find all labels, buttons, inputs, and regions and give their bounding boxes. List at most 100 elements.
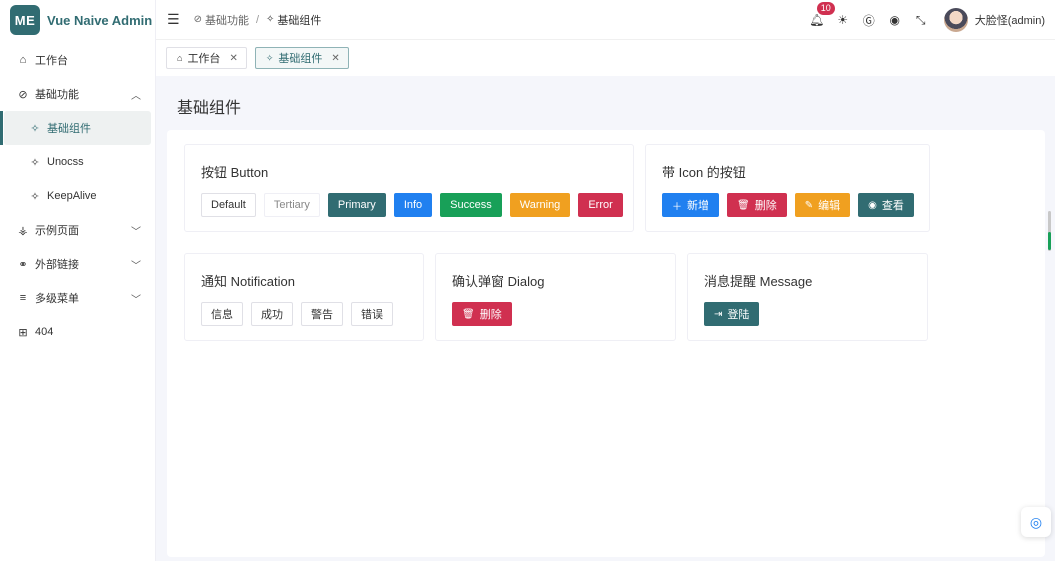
bell-icon: 🔔︎ (809, 13, 825, 27)
assistant-icon: ◎ (1029, 513, 1043, 530)
content-panel: 按钮 Button Default Tertiary Primary Info … (167, 130, 1045, 557)
sparkle-icon: ✧ (30, 156, 40, 169)
primary-button[interactable]: Primary (327, 193, 386, 217)
edit-icon: ✎ (804, 199, 814, 211)
avatar[interactable] (943, 8, 968, 32)
notify-info-button[interactable]: 信息 (201, 302, 243, 326)
sidebar-item-basic[interactable]: ⊘ 基础功能 ︿ (0, 77, 155, 111)
tab-label: 基础组件 (278, 53, 323, 65)
sidebar-item-unocss[interactable]: ✧ Unocss (0, 145, 155, 179)
notification-card: 通知 Notification 信息 成功 警告 错误 (184, 253, 424, 341)
brand-name: Vue Naive Admin (47, 12, 153, 28)
button-row: Default Tertiary Primary Info Success Wa… (201, 193, 631, 217)
theme-toggle-button[interactable]: ☀ (830, 13, 856, 27)
chevron-down-icon: ﹀ (131, 260, 141, 272)
page-title: 基础组件 (177, 100, 242, 117)
tab-label: 工作台 (187, 53, 221, 65)
home-icon: ⌂ (177, 53, 183, 63)
sparkle-icon: ✧ (265, 52, 274, 63)
compass-icon: ⊘ (18, 88, 28, 101)
username[interactable]: 大脸怪(admin) (975, 12, 1045, 28)
link-icon: ⚭ (18, 258, 28, 271)
sidebar-item-external-link[interactable]: ⚭ 外部链接 ﹀ (0, 247, 155, 281)
button-row: 信息 成功 警告 错误 (201, 302, 401, 326)
warning-button[interactable]: Warning (509, 193, 571, 217)
sun-icon: ☀ (837, 13, 849, 27)
view-button[interactable]: ◉ 查看 (858, 193, 914, 217)
notify-warning-button[interactable]: 警告 (301, 302, 343, 326)
tab-workbench[interactable]: ⌂ 工作台 ✕ (166, 47, 247, 69)
card-title: 通知 Notification (201, 274, 295, 289)
close-icon[interactable]: ✕ (229, 53, 237, 64)
dialog-card: 确认弹窗 Dialog 🗑︎ 删除 (435, 253, 676, 341)
add-button[interactable]: ＋ 新增 (662, 193, 719, 217)
sidebar-item-keepalive[interactable]: ✧ KeepAlive (0, 179, 155, 213)
tabs-bar: ⌂ 工作台 ✕ ✧ 基础组件 ✕ (156, 40, 1055, 76)
card-title: 消息提醒 Message (704, 274, 813, 289)
login-button[interactable]: ⇥ 登陆 (704, 302, 760, 326)
github-button[interactable]: ◉ (882, 13, 908, 27)
tertiary-button[interactable]: Tertiary (263, 193, 320, 217)
scrollbar-indicator (1048, 232, 1051, 250)
breadcrumb-item-basic[interactable]: ⊘ 基础功能 (194, 12, 249, 28)
header: ☰ ⊘ 基础功能 / ✧ 基础组件 🔔︎ 10 ☀ Ⓖ ◉ ⤡ 大脸怪(admi… (156, 0, 1055, 40)
sidebar-item-workbench[interactable]: ⌂ 工作台 (0, 43, 155, 77)
sparkle-icon: ✧ (30, 190, 40, 203)
sidebar-item-label: 工作台 (35, 55, 68, 67)
sidebar-item-label: Unocss (47, 156, 84, 168)
sidebar-item-label: 基础组件 (47, 123, 91, 135)
button-row: 🗑︎ 删除 (452, 302, 520, 326)
edit-button[interactable]: ✎ 编辑 (794, 193, 851, 217)
eye-icon: ◉ (868, 199, 877, 211)
success-button[interactable]: Success (440, 193, 502, 217)
chevron-down-icon: ﹀ (131, 226, 141, 238)
logo: ME (10, 5, 40, 35)
breadcrumb-item-current: ✧ 基础组件 (266, 12, 321, 28)
breadcrumb-label: 基础组件 (277, 14, 322, 27)
info-button[interactable]: Info (393, 193, 433, 217)
button-label: 删除 (479, 309, 502, 321)
floating-help-button[interactable]: ◎ (1021, 507, 1051, 537)
sidebar-item-404[interactable]: ⊞ 404 (0, 315, 155, 349)
login-icon: ⇥ (714, 308, 723, 320)
error-button[interactable]: Error (578, 193, 623, 217)
breadcrumb-separator: / (255, 13, 260, 26)
icon-button-card: 带 Icon 的按钮 ＋ 新增 🗑︎ 删除 ✎ 编辑 ◉ 查看 (645, 144, 930, 232)
button-card: 按钮 Button Default Tertiary Primary Info … (184, 144, 634, 232)
card-title: 带 Icon 的按钮 (662, 165, 746, 180)
fullscreen-button[interactable]: ⤡ (908, 13, 934, 28)
sidebar-item-label: 404 (35, 326, 54, 338)
sidebar-item-label: 多级菜单 (35, 293, 79, 305)
sidebar: ME Vue Naive Admin ⌂ 工作台 ⊘ 基础功能 ︿ ✧ 基础组件… (0, 0, 156, 561)
dialog-delete-button[interactable]: 🗑︎ 删除 (452, 302, 512, 326)
plus-icon: ＋ (672, 201, 682, 213)
button-label: 删除 (754, 200, 777, 212)
sparkle-icon: ✧ (266, 14, 275, 25)
compass-icon: ⊘ (193, 14, 202, 25)
notify-error-button[interactable]: 错误 (351, 302, 393, 326)
tab-base-components[interactable]: ✧ 基础组件 ✕ (254, 47, 349, 69)
card-title: 确认弹窗 Dialog (452, 274, 545, 289)
menu-collapse-icon[interactable]: ☰ (167, 11, 180, 28)
gitee-button[interactable]: Ⓖ (856, 12, 882, 29)
notification-button[interactable]: 🔔︎ 10 (804, 2, 835, 27)
gitee-icon: Ⓖ (862, 13, 875, 28)
sidebar-item-label: 基础功能 (35, 89, 79, 101)
trash-icon: 🗑︎ (737, 199, 750, 211)
sidebar-item-multilevel[interactable]: ≡ 多级菜单 ﹀ (0, 281, 155, 315)
trash-icon: 🗑︎ (462, 308, 475, 320)
default-button[interactable]: Default (201, 193, 256, 217)
card-title: 按钮 Button (201, 165, 269, 180)
sidebar-item-base-components[interactable]: ✧ 基础组件 (0, 111, 151, 145)
breadcrumb: ⊘ 基础功能 / ✧ 基础组件 (194, 12, 322, 28)
menu-icon: ≡ (19, 292, 27, 304)
button-row: ⇥ 登陆 (704, 302, 767, 326)
notify-success-button[interactable]: 成功 (251, 302, 293, 326)
sidebar-item-demo[interactable]: ⚶ 示例页面 ﹀ (0, 213, 155, 247)
sparkle-icon: ✧ (30, 122, 40, 135)
close-icon[interactable]: ✕ (331, 53, 339, 64)
sidebar-item-label: KeepAlive (47, 190, 97, 202)
delete-button[interactable]: 🗑︎ 删除 (727, 193, 787, 217)
button-label: 新增 (687, 200, 709, 212)
brand[interactable]: ME Vue Naive Admin (0, 0, 155, 40)
